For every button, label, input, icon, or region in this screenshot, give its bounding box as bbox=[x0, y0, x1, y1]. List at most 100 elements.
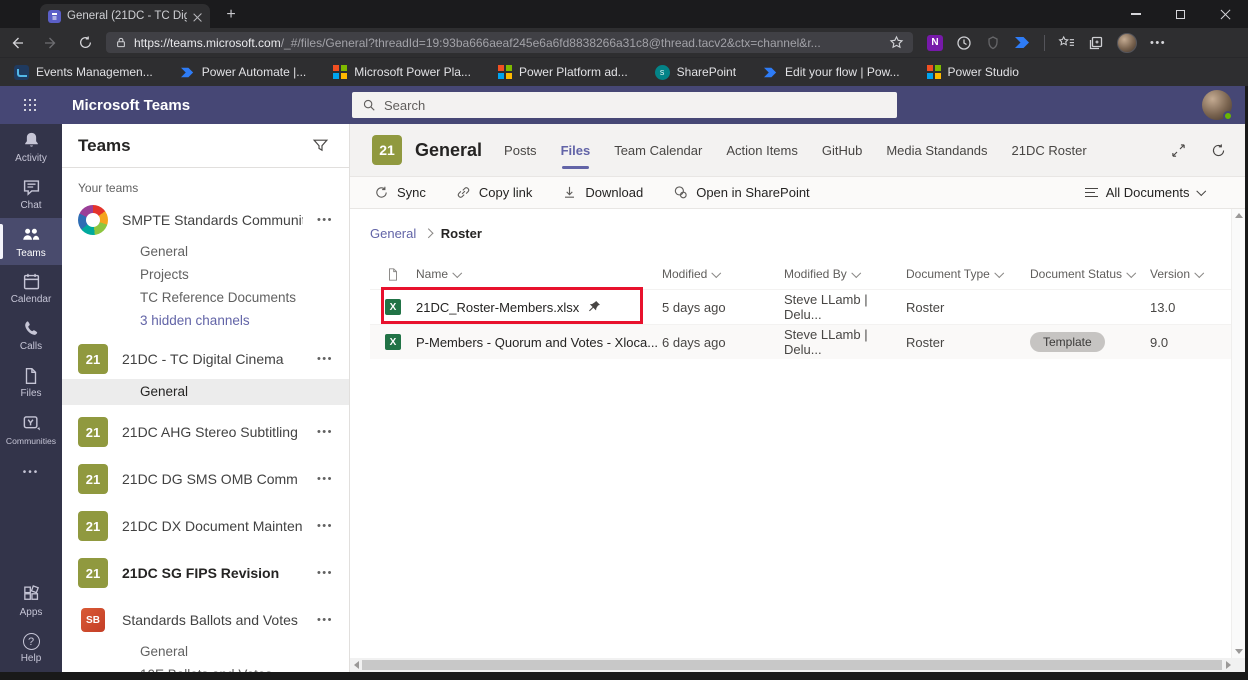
channel-ballots-general[interactable]: General bbox=[62, 640, 349, 663]
vertical-scrollbar[interactable] bbox=[1231, 209, 1245, 658]
table-row-p-members[interactable]: X P-Members - Quorum and Votes - Xloca..… bbox=[370, 324, 1232, 359]
rail-item-calendar[interactable]: Calendar bbox=[0, 265, 62, 312]
channel-10e-ballots-and-votes[interactable]: 10E Ballots and Votes bbox=[62, 663, 349, 672]
forward-button[interactable] bbox=[34, 35, 68, 51]
tab-close-icon[interactable] bbox=[193, 12, 202, 21]
open-in-sharepoint-button[interactable]: Open in SharePoint bbox=[673, 185, 810, 200]
team-more-button[interactable]: ••• bbox=[317, 214, 333, 226]
lock-icon bbox=[117, 37, 125, 48]
minimize-button[interactable] bbox=[1113, 0, 1158, 28]
breadcrumb-general[interactable]: General bbox=[370, 226, 416, 241]
bookmark-power-platform-admin[interactable]: Power Platform ad... bbox=[497, 65, 628, 79]
team-more-button[interactable]: ••• bbox=[317, 426, 333, 438]
channel-smpte-tc-reference-documents[interactable]: TC Reference Documents bbox=[62, 286, 349, 309]
rail-item-activity[interactable]: Activity bbox=[0, 124, 62, 171]
microsoft-logo-icon bbox=[926, 65, 941, 79]
onenote-extension-icon[interactable]: N bbox=[927, 34, 943, 51]
scrollbar-thumb[interactable] bbox=[362, 660, 1222, 670]
rail-item-calls[interactable]: Calls bbox=[0, 312, 62, 359]
scroll-right-icon[interactable] bbox=[1226, 661, 1231, 669]
new-tab-button[interactable]: + bbox=[220, 4, 242, 26]
team-more-button[interactable]: ••• bbox=[317, 473, 333, 485]
tab-files[interactable]: Files bbox=[561, 124, 590, 176]
browser-menu-button[interactable]: ••• bbox=[1150, 37, 1166, 49]
favorite-star-icon[interactable] bbox=[889, 35, 904, 50]
power-automate-extension-icon[interactable] bbox=[1014, 35, 1031, 50]
horizontal-scrollbar[interactable] bbox=[350, 658, 1245, 672]
tab-team-calendar[interactable]: Team Calendar bbox=[614, 124, 702, 176]
column-document-status[interactable]: Document Status bbox=[1030, 267, 1150, 281]
channel-21dc-general-selected[interactable]: General bbox=[62, 379, 349, 405]
bell-icon bbox=[24, 132, 38, 147]
file-document-status: Template bbox=[1030, 332, 1150, 352]
channel-smpte-general[interactable]: General bbox=[62, 240, 349, 263]
teams-user-avatar[interactable] bbox=[1202, 90, 1233, 121]
close-button[interactable] bbox=[1203, 0, 1248, 28]
column-modified-by[interactable]: Modified By bbox=[784, 267, 906, 281]
team-21dc-dx-document-maintenance[interactable]: 21 21DC DX Document Maintenance ••• bbox=[62, 511, 349, 541]
breadcrumb: General Roster bbox=[370, 223, 1232, 243]
scroll-up-icon[interactable] bbox=[1234, 213, 1243, 218]
column-modified[interactable]: Modified bbox=[662, 267, 784, 281]
rail-item-apps[interactable]: Apps bbox=[0, 578, 62, 625]
rail-item-communities[interactable]: Communities bbox=[0, 406, 62, 453]
file-name[interactable]: P-Members - Quorum and Votes - Xloca... bbox=[416, 335, 662, 350]
column-document-type[interactable]: Document Type bbox=[906, 267, 1030, 281]
team-21dc-tc-digital-cinema[interactable]: 21 21DC - TC Digital Cinema ••• bbox=[62, 344, 349, 374]
rail-item-teams[interactable]: Teams bbox=[0, 218, 62, 265]
scroll-down-icon[interactable] bbox=[1234, 649, 1243, 654]
download-button[interactable]: Download bbox=[562, 185, 643, 200]
browser-tab[interactable]: General (21DC - TC Digital Cinem bbox=[40, 4, 210, 28]
bookmark-power-automate[interactable]: Power Automate |... bbox=[180, 65, 306, 79]
favorites-bar-icon[interactable] bbox=[1058, 35, 1075, 50]
team-more-button[interactable]: ••• bbox=[317, 353, 333, 365]
team-21dc-dg-sms-omb-comm[interactable]: 21 21DC DG SMS OMB Comm ••• bbox=[62, 464, 349, 494]
rail-more-button[interactable]: ••• bbox=[0, 453, 62, 491]
browser-profile-avatar[interactable] bbox=[1117, 32, 1137, 53]
sync-button[interactable]: Sync bbox=[374, 185, 426, 200]
expand-icon[interactable] bbox=[1171, 143, 1186, 158]
column-version[interactable]: Version bbox=[1150, 267, 1232, 281]
back-icon bbox=[12, 37, 23, 48]
history-extension-icon[interactable] bbox=[956, 35, 972, 51]
team-standards-ballots-and-votes[interactable]: SB Standards Ballots and Votes ••• bbox=[62, 605, 349, 635]
rail-item-files[interactable]: Files bbox=[0, 359, 62, 406]
rail-item-chat[interactable]: Chat bbox=[0, 171, 62, 218]
scroll-left-icon[interactable] bbox=[354, 661, 359, 669]
bookmark-edit-your-flow[interactable]: Edit your flow | Pow... bbox=[763, 65, 900, 79]
team-21dc-sg-fips-revision[interactable]: 21 21DC SG FIPS Revision ••• bbox=[62, 558, 349, 588]
channel-smpte-projects[interactable]: Projects bbox=[62, 263, 349, 286]
tab-posts[interactable]: Posts bbox=[504, 124, 537, 176]
filter-icon[interactable] bbox=[312, 137, 329, 154]
team-more-button[interactable]: ••• bbox=[317, 567, 333, 579]
tab-media-standands[interactable]: Media Standands bbox=[886, 124, 987, 176]
bookmark-events-management[interactable]: Events Managemen... bbox=[14, 64, 153, 80]
maximize-button[interactable] bbox=[1158, 0, 1203, 28]
teams-search-bar[interactable] bbox=[352, 92, 897, 118]
teams-search-input[interactable] bbox=[384, 97, 887, 113]
team-more-button[interactable]: ••• bbox=[317, 520, 333, 532]
team-smpte-standards-community[interactable]: SMPTE Standards Community ••• bbox=[62, 205, 349, 235]
hidden-channels-link[interactable]: 3 hidden channels bbox=[62, 309, 349, 332]
team-more-button[interactable]: ••• bbox=[317, 614, 333, 626]
collections-icon[interactable] bbox=[1088, 35, 1104, 51]
view-selector[interactable]: All Documents bbox=[1084, 185, 1206, 200]
tab-github[interactable]: GitHub bbox=[822, 124, 862, 176]
reload-button[interactable] bbox=[68, 35, 102, 50]
waffle-icon[interactable] bbox=[24, 99, 37, 112]
files-toolbar: Sync Copy link Download Open in SharePoi… bbox=[350, 176, 1248, 209]
bookmark-power-studio[interactable]: Power Studio bbox=[926, 65, 1019, 79]
team-21dc-ahg-stereo-subtitling[interactable]: 21 21DC AHG Stereo Subtitling ••• bbox=[62, 417, 349, 447]
column-name[interactable]: Name bbox=[416, 267, 662, 281]
refresh-icon[interactable] bbox=[1211, 143, 1226, 158]
tab-action-items[interactable]: Action Items bbox=[726, 124, 798, 176]
disabled-extension-icon[interactable] bbox=[985, 35, 1001, 51]
team-sb-icon: SB bbox=[81, 608, 105, 632]
copy-link-button[interactable]: Copy link bbox=[456, 185, 532, 200]
back-button[interactable] bbox=[0, 35, 34, 51]
bookmark-microsoft-power-platform[interactable]: Microsoft Power Pla... bbox=[333, 65, 471, 79]
rail-item-help[interactable]: ? Help bbox=[0, 625, 62, 672]
bookmark-sharepoint[interactable]: s SharePoint bbox=[654, 64, 736, 80]
address-bar[interactable]: https://teams.microsoft.com/_#/files/Gen… bbox=[106, 32, 913, 53]
tab-21dc-roster[interactable]: 21DC Roster bbox=[1012, 124, 1087, 176]
